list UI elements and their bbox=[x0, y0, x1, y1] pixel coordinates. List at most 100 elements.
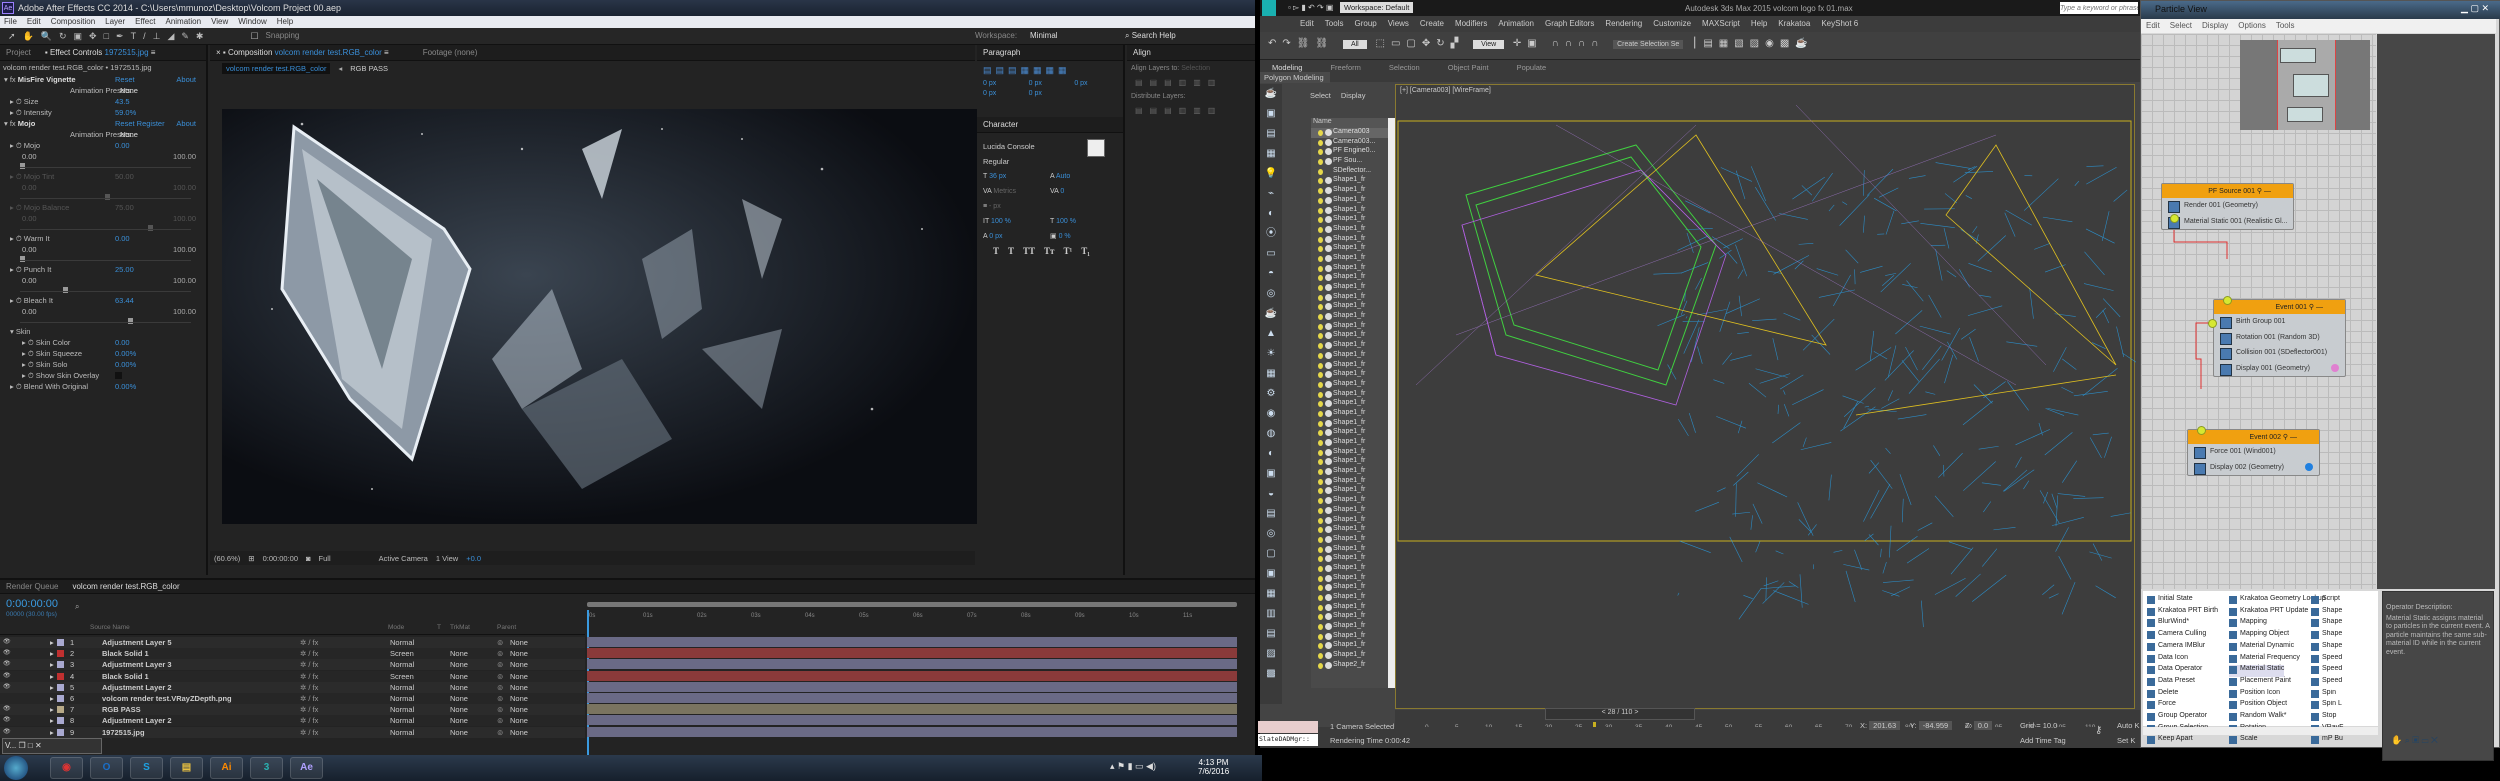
light-bulb-icon[interactable] bbox=[1318, 565, 1323, 572]
slider-knob[interactable] bbox=[147, 225, 153, 231]
light-bulb-icon[interactable] bbox=[1318, 604, 1323, 611]
light-bulb-icon[interactable] bbox=[1318, 197, 1323, 204]
ae-menu-window[interactable]: Window bbox=[238, 17, 266, 27]
x-coordinate[interactable]: X: 201.63 bbox=[1860, 721, 1901, 730]
parent-pickwhip-icon[interactable]: ⊚ bbox=[497, 638, 503, 647]
light-bulb-icon[interactable] bbox=[1318, 410, 1323, 417]
depot-operator[interactable]: mP Bu bbox=[2311, 735, 2375, 747]
scene-object-row[interactable]: Shape1_fr bbox=[1311, 399, 1388, 409]
node-operator[interactable]: Collision 001 (SDeflector001) bbox=[2214, 345, 2345, 361]
layer-switches[interactable]: ✲ / fx bbox=[300, 660, 318, 669]
layer-duration-bar[interactable] bbox=[587, 715, 1237, 726]
text-style-button[interactable]: Tт bbox=[1044, 244, 1054, 259]
layer-duration-bar[interactable] bbox=[587, 704, 1237, 715]
scene-object-row[interactable]: Shape1_fr bbox=[1311, 506, 1388, 516]
light-bulb-icon[interactable] bbox=[1318, 527, 1323, 534]
light-bulb-icon[interactable] bbox=[1318, 459, 1323, 466]
tab-composition[interactable]: × ▪ Composition volcom render test.RGB_c… bbox=[216, 48, 389, 57]
space-after[interactable]: 0 px bbox=[1029, 90, 1072, 97]
depot-operator[interactable]: Scale bbox=[2229, 735, 2258, 747]
time-ruler[interactable]: 0s 01s 02s 03s 04s 05s 06s 07s 08s 09s 10s 11s bbox=[587, 600, 1237, 760]
light-bulb-icon[interactable] bbox=[1318, 420, 1323, 427]
timeline-layer-row[interactable]: 👁 ▸ 7 RGB PASS ✲ / fx Normal None ⊚ None bbox=[0, 704, 585, 716]
max-menu-maxscript[interactable]: MAXScript bbox=[1702, 19, 1740, 32]
layer-duration-bar[interactable] bbox=[587, 648, 1237, 659]
effect-value[interactable]: 0.00% bbox=[115, 382, 136, 391]
max-menu-animation[interactable]: Animation bbox=[1498, 19, 1534, 32]
max-menu-group[interactable]: Group bbox=[1354, 19, 1376, 32]
scene-object-row[interactable]: Shape1_fr bbox=[1311, 254, 1388, 264]
ribbon-tab-freeform[interactable]: Freeform bbox=[1330, 63, 1360, 72]
node-port[interactable] bbox=[2208, 319, 2217, 328]
expand-arrow-icon[interactable]: ▸ bbox=[50, 683, 54, 692]
font-size-field[interactable]: T 36 px bbox=[983, 169, 1050, 184]
camera-viewport[interactable]: [+] [Camera003] [WireFrame] bbox=[1395, 84, 2136, 709]
scene-object-row[interactable]: Shape1_fr bbox=[1311, 428, 1388, 438]
ribbon-polygon-modeling[interactable]: Polygon Modeling bbox=[1260, 72, 1330, 83]
light-bulb-icon[interactable] bbox=[1318, 343, 1323, 350]
label-color[interactable] bbox=[57, 650, 64, 658]
align-to-select[interactable]: Selection bbox=[1181, 65, 1210, 72]
expand-arrow-icon[interactable]: ▸ bbox=[50, 638, 54, 647]
parent-select[interactable]: None bbox=[510, 694, 528, 703]
effect-value[interactable]: 43.5 bbox=[115, 97, 130, 106]
light-bulb-icon[interactable] bbox=[1318, 643, 1323, 650]
scene-object-row[interactable]: Camera003 bbox=[1311, 128, 1388, 138]
depot-operator[interactable]: BlurWind* bbox=[2147, 618, 2189, 630]
parent-pickwhip-icon[interactable]: ⊚ bbox=[497, 705, 503, 714]
depot-operator[interactable]: Placement Paint bbox=[2229, 677, 2291, 689]
depot-operator[interactable]: Mapping bbox=[2229, 618, 2267, 630]
indent-first[interactable]: 0 px bbox=[1029, 80, 1072, 87]
light-bulb-icon[interactable] bbox=[1318, 478, 1323, 485]
text-style-button[interactable]: T bbox=[1008, 244, 1014, 259]
trkmat-select[interactable]: None bbox=[450, 649, 468, 658]
horizontal-scale-field[interactable]: T 100 % bbox=[1050, 214, 1117, 229]
start-button[interactable] bbox=[4, 756, 28, 780]
scene-object-row[interactable]: Shape2_fr bbox=[1311, 661, 1388, 671]
zoom-select[interactable]: (60.6%) bbox=[214, 554, 240, 563]
taskbar-3ds-max-icon[interactable]: 3 bbox=[250, 757, 283, 779]
ae-menu-edit[interactable]: Edit bbox=[27, 17, 41, 27]
node-operator[interactable]: Render 001 (Geometry) bbox=[2162, 198, 2293, 214]
light-bulb-icon[interactable] bbox=[1318, 440, 1323, 446]
visibility-eye-icon[interactable]: 👁 bbox=[3, 672, 11, 679]
blend-mode-select[interactable]: Normal bbox=[390, 716, 414, 725]
light-bulb-icon[interactable] bbox=[1318, 236, 1323, 243]
depot-operator[interactable]: Shape bbox=[2311, 642, 2375, 654]
effect-row-prop[interactable]: ▸ ⏱ Size 43.5 bbox=[0, 96, 206, 107]
depot-operator[interactable]: Camera Culling bbox=[2147, 630, 2206, 642]
scene-object-row[interactable]: Shape1_fr bbox=[1311, 467, 1388, 477]
quick-access-icons[interactable]: ▫ ▻ ▮ ↶ ↷ ▣ bbox=[1288, 3, 1333, 12]
depot-operator[interactable]: Speed bbox=[2311, 665, 2375, 677]
scene-object-row[interactable]: Camera003... bbox=[1311, 138, 1388, 148]
ae-menu-effect[interactable]: Effect bbox=[135, 17, 155, 27]
ribbon-tab-modeling[interactable]: Modeling bbox=[1272, 63, 1302, 72]
add-time-tag[interactable]: Add Time Tag bbox=[2020, 736, 2066, 745]
effect-row-fx[interactable]: ▾ fx MisFire Vignette Reset About bbox=[0, 74, 206, 85]
grid-icon[interactable]: ⊞ bbox=[248, 554, 254, 563]
label-color[interactable] bbox=[57, 717, 64, 725]
ae-menu-view[interactable]: View bbox=[211, 17, 228, 27]
node-operator[interactable]: Material Static 001 (Realistic Gl... bbox=[2162, 214, 2293, 230]
light-bulb-icon[interactable] bbox=[1318, 633, 1323, 640]
vertical-scale-field[interactable]: IT 100 % bbox=[983, 214, 1050, 229]
parent-select[interactable]: None bbox=[510, 660, 528, 669]
depot-operator[interactable]: Shape bbox=[2311, 618, 2375, 630]
property-slider[interactable] bbox=[0, 286, 206, 295]
effect-value[interactable]: 25.00 bbox=[115, 265, 134, 274]
scene-object-row[interactable]: Shape1_fr bbox=[1311, 312, 1388, 322]
effect-row-prop[interactable]: ▸ ⏱ Blend With Original 0.00% bbox=[0, 381, 206, 392]
light-bulb-icon[interactable] bbox=[1318, 275, 1323, 282]
slider-knob[interactable] bbox=[20, 256, 25, 262]
distribute-buttons[interactable]: ▤▤▤▥▥▥ bbox=[1127, 104, 1255, 117]
particle-flow-graph[interactable]: PF Source 001 ⚲ — Render 001 (Geometry) Ma… bbox=[2141, 34, 2376, 589]
light-bulb-icon[interactable] bbox=[1318, 381, 1323, 388]
effect-value[interactable]: 0.00 bbox=[115, 338, 130, 347]
workspace-select[interactable]: Minimal bbox=[1030, 31, 1058, 40]
tab-align[interactable]: Align bbox=[1133, 48, 1151, 57]
scene-object-row[interactable]: Shape1_fr bbox=[1311, 641, 1388, 651]
ae-menu-file[interactable]: File bbox=[4, 17, 17, 27]
parent-pickwhip-icon[interactable]: ⊚ bbox=[497, 716, 503, 725]
expand-arrow-icon[interactable]: ▸ bbox=[50, 716, 54, 725]
light-bulb-icon[interactable] bbox=[1318, 139, 1323, 146]
